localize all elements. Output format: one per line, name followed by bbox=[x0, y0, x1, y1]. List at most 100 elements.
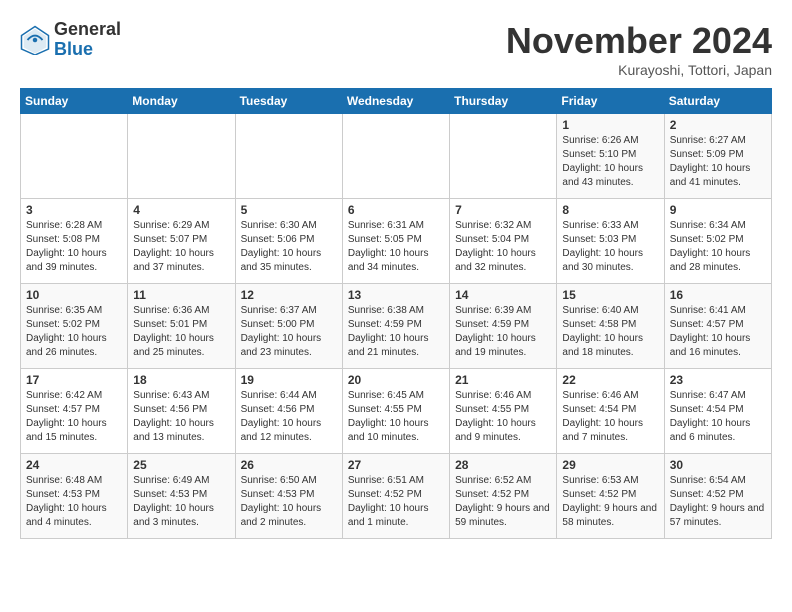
calendar-week-row: 24 Sunrise: 6:48 AM Sunset: 4:53 PM Dayli… bbox=[21, 454, 772, 539]
calendar-cell: 28 Sunrise: 6:52 AM Sunset: 4:52 PM Dayli… bbox=[450, 454, 557, 539]
day-info: Sunrise: 6:32 AM Sunset: 5:04 PM Dayligh… bbox=[455, 219, 551, 275]
logo-general-text: General bbox=[54, 20, 121, 40]
calendar-cell: 30Sunrise: 6:54 AM Sunset: 4:52 PM Dayli… bbox=[664, 454, 771, 539]
calendar-cell: 12Sunrise: 6:37 AM Sunset: 5:00 PM Dayli… bbox=[235, 284, 342, 369]
calendar-week-row: 3 Sunrise: 6:28 AM Sunset: 5:08 PM Daylig… bbox=[21, 199, 772, 284]
day-number: 5 bbox=[241, 203, 337, 217]
calendar-cell: 14Sunrise: 6:39 AM Sunset: 4:59 PM Dayli… bbox=[450, 284, 557, 369]
calendar-cell: 6 Sunrise: 6:31 AM Sunset: 5:05 PM Daylig… bbox=[342, 199, 449, 284]
weekday-header: Saturday bbox=[664, 89, 771, 114]
day-info: Sunrise: 6:46 AM Sunset: 4:54 PM Dayligh… bbox=[562, 389, 658, 445]
calendar-cell: 13 Sunrise: 6:38 AM Sunset: 4:59 PM Dayli… bbox=[342, 284, 449, 369]
calendar-cell: 15 Sunrise: 6:40 AM Sunset: 4:58 PM Dayli… bbox=[557, 284, 664, 369]
day-number: 26 bbox=[241, 458, 337, 472]
day-number: 15 bbox=[562, 288, 658, 302]
day-info: Sunrise: 6:41 AM Sunset: 4:57 PM Dayligh… bbox=[670, 304, 766, 360]
calendar-cell bbox=[342, 114, 449, 199]
day-info: Sunrise: 6:54 AM Sunset: 4:52 PM Dayligh… bbox=[670, 474, 766, 530]
calendar-cell: 16 Sunrise: 6:41 AM Sunset: 4:57 PM Dayli… bbox=[664, 284, 771, 369]
day-info: Sunrise: 6:37 AM Sunset: 5:00 PM Dayligh… bbox=[241, 304, 337, 360]
day-number: 1 bbox=[562, 118, 658, 132]
calendar-cell: 5Sunrise: 6:30 AM Sunset: 5:06 PM Daylig… bbox=[235, 199, 342, 284]
day-number: 7 bbox=[455, 203, 551, 217]
day-number: 20 bbox=[348, 373, 444, 387]
day-info: Sunrise: 6:51 AM Sunset: 4:52 PM Dayligh… bbox=[348, 474, 444, 530]
day-number: 25 bbox=[133, 458, 229, 472]
weekday-header: Wednesday bbox=[342, 89, 449, 114]
day-number: 19 bbox=[241, 373, 337, 387]
calendar-cell: 21 Sunrise: 6:46 AM Sunset: 4:55 PM Dayli… bbox=[450, 369, 557, 454]
day-info: Sunrise: 6:31 AM Sunset: 5:05 PM Dayligh… bbox=[348, 219, 444, 275]
calendar-cell: 8Sunrise: 6:33 AM Sunset: 5:03 PM Daylig… bbox=[557, 199, 664, 284]
calendar-cell: 3 Sunrise: 6:28 AM Sunset: 5:08 PM Daylig… bbox=[21, 199, 128, 284]
calendar-week-row: 17 Sunrise: 6:42 AM Sunset: 4:57 PM Dayli… bbox=[21, 369, 772, 454]
day-number: 23 bbox=[670, 373, 766, 387]
calendar-week-row: 10 Sunrise: 6:35 AM Sunset: 5:02 PM Dayli… bbox=[21, 284, 772, 369]
day-number: 21 bbox=[455, 373, 551, 387]
day-info: Sunrise: 6:35 AM Sunset: 5:02 PM Dayligh… bbox=[26, 304, 122, 360]
calendar-week-row: 1 Sunrise: 6:26 AM Sunset: 5:10 PM Daylig… bbox=[21, 114, 772, 199]
day-number: 28 bbox=[455, 458, 551, 472]
day-number: 10 bbox=[26, 288, 122, 302]
day-info: Sunrise: 6:28 AM Sunset: 5:08 PM Dayligh… bbox=[26, 219, 122, 275]
day-number: 13 bbox=[348, 288, 444, 302]
calendar-cell: 11Sunrise: 6:36 AM Sunset: 5:01 PM Dayli… bbox=[128, 284, 235, 369]
calendar-cell: 2 Sunrise: 6:27 AM Sunset: 5:09 PM Daylig… bbox=[664, 114, 771, 199]
day-info: Sunrise: 6:53 AM Sunset: 4:52 PM Dayligh… bbox=[562, 474, 658, 530]
day-number: 2 bbox=[670, 118, 766, 132]
calendar-cell bbox=[128, 114, 235, 199]
calendar-cell: 27 Sunrise: 6:51 AM Sunset: 4:52 PM Dayli… bbox=[342, 454, 449, 539]
calendar-cell: 22 Sunrise: 6:46 AM Sunset: 4:54 PM Dayli… bbox=[557, 369, 664, 454]
day-number: 29 bbox=[562, 458, 658, 472]
day-info: Sunrise: 6:29 AM Sunset: 5:07 PM Dayligh… bbox=[133, 219, 229, 275]
calendar-cell: 7 Sunrise: 6:32 AM Sunset: 5:04 PM Daylig… bbox=[450, 199, 557, 284]
day-info: Sunrise: 6:52 AM Sunset: 4:52 PM Dayligh… bbox=[455, 474, 551, 530]
day-number: 18 bbox=[133, 373, 229, 387]
day-info: Sunrise: 6:39 AM Sunset: 4:59 PM Dayligh… bbox=[455, 304, 551, 360]
weekday-row: SundayMondayTuesdayWednesdayThursdayFrid… bbox=[21, 89, 772, 114]
day-number: 16 bbox=[670, 288, 766, 302]
day-number: 17 bbox=[26, 373, 122, 387]
day-info: Sunrise: 6:49 AM Sunset: 4:53 PM Dayligh… bbox=[133, 474, 229, 530]
title-area: November 2024 Kurayoshi, Tottori, Japan bbox=[506, 20, 772, 78]
day-info: Sunrise: 6:46 AM Sunset: 4:55 PM Dayligh… bbox=[455, 389, 551, 445]
day-info: Sunrise: 6:40 AM Sunset: 4:58 PM Dayligh… bbox=[562, 304, 658, 360]
weekday-header: Sunday bbox=[21, 89, 128, 114]
logo-icon bbox=[20, 25, 50, 55]
logo-blue-text: Blue bbox=[54, 40, 121, 60]
calendar-table: SundayMondayTuesdayWednesdayThursdayFrid… bbox=[20, 88, 772, 539]
day-info: Sunrise: 6:48 AM Sunset: 4:53 PM Dayligh… bbox=[26, 474, 122, 530]
day-number: 4 bbox=[133, 203, 229, 217]
calendar-cell bbox=[235, 114, 342, 199]
weekday-header: Monday bbox=[128, 89, 235, 114]
calendar-body: 1 Sunrise: 6:26 AM Sunset: 5:10 PM Daylig… bbox=[21, 114, 772, 539]
day-info: Sunrise: 6:50 AM Sunset: 4:53 PM Dayligh… bbox=[241, 474, 337, 530]
day-number: 8 bbox=[562, 203, 658, 217]
calendar-cell: 26 Sunrise: 6:50 AM Sunset: 4:53 PM Dayli… bbox=[235, 454, 342, 539]
logo: General Blue bbox=[20, 20, 121, 60]
day-info: Sunrise: 6:26 AM Sunset: 5:10 PM Dayligh… bbox=[562, 134, 658, 190]
weekday-header: Friday bbox=[557, 89, 664, 114]
day-info: Sunrise: 6:36 AM Sunset: 5:01 PM Dayligh… bbox=[133, 304, 229, 360]
calendar-cell bbox=[450, 114, 557, 199]
day-number: 9 bbox=[670, 203, 766, 217]
header: General Blue November 2024 Kurayoshi, To… bbox=[20, 20, 772, 78]
day-number: 24 bbox=[26, 458, 122, 472]
day-number: 3 bbox=[26, 203, 122, 217]
day-info: Sunrise: 6:27 AM Sunset: 5:09 PM Dayligh… bbox=[670, 134, 766, 190]
calendar-cell: 19 Sunrise: 6:44 AM Sunset: 4:56 PM Dayli… bbox=[235, 369, 342, 454]
calendar-cell: 1 Sunrise: 6:26 AM Sunset: 5:10 PM Daylig… bbox=[557, 114, 664, 199]
day-info: Sunrise: 6:38 AM Sunset: 4:59 PM Dayligh… bbox=[348, 304, 444, 360]
month-title: November 2024 bbox=[506, 20, 772, 62]
calendar-header: SundayMondayTuesdayWednesdayThursdayFrid… bbox=[21, 89, 772, 114]
day-number: 22 bbox=[562, 373, 658, 387]
day-info: Sunrise: 6:45 AM Sunset: 4:55 PM Dayligh… bbox=[348, 389, 444, 445]
day-number: 6 bbox=[348, 203, 444, 217]
calendar-cell: 10 Sunrise: 6:35 AM Sunset: 5:02 PM Dayli… bbox=[21, 284, 128, 369]
calendar-cell: 25 Sunrise: 6:49 AM Sunset: 4:53 PM Dayli… bbox=[128, 454, 235, 539]
day-info: Sunrise: 6:44 AM Sunset: 4:56 PM Dayligh… bbox=[241, 389, 337, 445]
calendar-cell: 17 Sunrise: 6:42 AM Sunset: 4:57 PM Dayli… bbox=[21, 369, 128, 454]
day-number: 27 bbox=[348, 458, 444, 472]
logo-text: General Blue bbox=[54, 20, 121, 60]
day-info: Sunrise: 6:42 AM Sunset: 4:57 PM Dayligh… bbox=[26, 389, 122, 445]
